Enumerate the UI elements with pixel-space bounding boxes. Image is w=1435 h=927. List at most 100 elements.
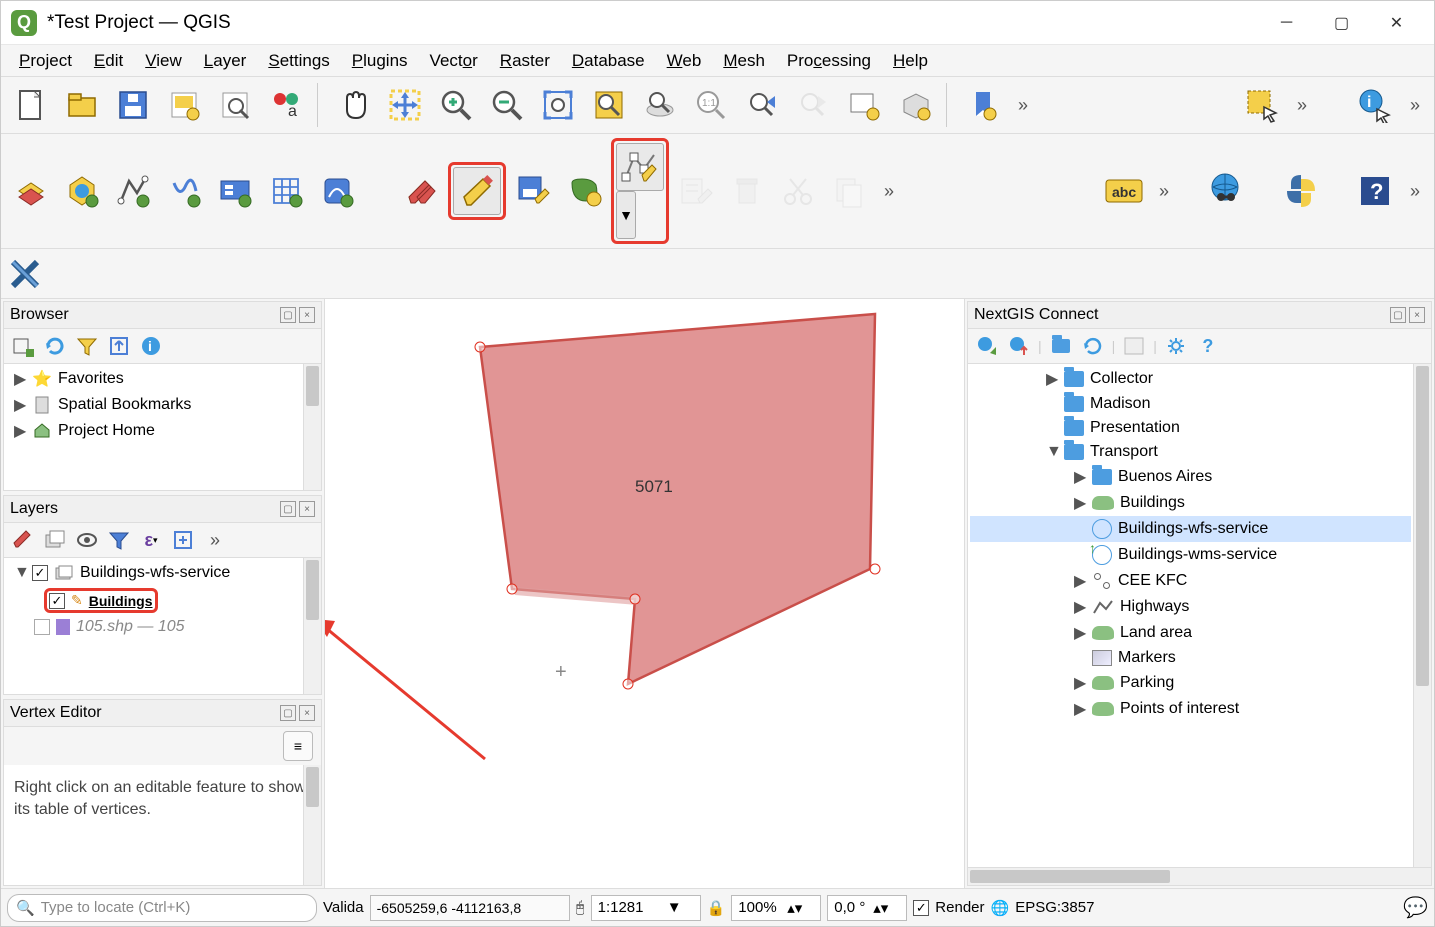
tree-item[interactable]: Buildings-wfs-service	[970, 516, 1411, 542]
menu-settings[interactable]: Settings	[258, 47, 339, 75]
layout-manager-button[interactable]	[211, 81, 259, 129]
tree-item[interactable]: Markers	[970, 646, 1411, 670]
layer-item[interactable]: 105.shp — 105	[6, 615, 319, 639]
new-shapefile-button[interactable]	[109, 167, 157, 215]
vertex-tool-dropdown[interactable]: ▼	[616, 191, 636, 239]
tree-item[interactable]: Presentation	[970, 416, 1411, 440]
toolbar-overflow-5[interactable]: »	[1151, 181, 1177, 202]
coordinates-input[interactable]	[370, 895, 570, 921]
new-mesh-button[interactable]	[262, 167, 310, 215]
pan-to-selection-button[interactable]	[381, 81, 429, 129]
panel-float-icon[interactable]: ▢	[280, 705, 296, 721]
panel-float-icon[interactable]: ▢	[280, 307, 296, 323]
new-map-view-button[interactable]	[840, 81, 888, 129]
zoom-last-button[interactable]	[738, 81, 786, 129]
tree-item[interactable]: ▶Buenos Aires	[970, 464, 1411, 490]
zoom-next-button[interactable]	[789, 81, 837, 129]
properties-icon[interactable]: i	[138, 333, 164, 359]
ngw-add-icon[interactable]	[974, 333, 1000, 359]
visibility-icon[interactable]	[74, 527, 100, 553]
vertex-marker[interactable]	[507, 584, 518, 595]
menu-help[interactable]: Help	[883, 47, 938, 75]
tree-item[interactable]: ▶Parking	[970, 670, 1411, 696]
scale-selector[interactable]: 1:1281▼	[591, 895, 701, 921]
render-checkbox[interactable]: ✓	[913, 900, 929, 916]
add-feature-button[interactable]	[560, 167, 608, 215]
zoom-native-button[interactable]: 1:1	[687, 81, 735, 129]
menu-processing[interactable]: Processing	[777, 47, 881, 75]
new-print-layout-button[interactable]	[160, 81, 208, 129]
caret-icon[interactable]: ▶	[1074, 597, 1086, 617]
zoom-to-layer-button[interactable]	[636, 81, 684, 129]
mouse-icon[interactable]: 🖰	[576, 899, 585, 916]
caret-icon[interactable]: ▶	[1046, 369, 1058, 389]
active-layer-label[interactable]: Buildings	[89, 593, 153, 609]
new-spatial-bookmark-button[interactable]	[959, 81, 1007, 129]
panel-close-icon[interactable]: ×	[299, 307, 315, 323]
ngw-settings-icon[interactable]	[1163, 333, 1189, 359]
caret-icon[interactable]: ▶	[1074, 493, 1086, 513]
toggle-editing-button[interactable]	[453, 167, 501, 215]
collapse-all-icon[interactable]	[106, 333, 132, 359]
tree-item[interactable]: ▶Buildings	[970, 490, 1411, 516]
checkbox-icon[interactable]	[34, 619, 50, 635]
layer-styling-icon[interactable]	[10, 527, 36, 553]
menu-project[interactable]: Project	[9, 47, 82, 75]
ngw-refresh-icon[interactable]	[1080, 333, 1106, 359]
caret-icon[interactable]: ▶	[1074, 571, 1086, 591]
pan-button[interactable]	[330, 81, 378, 129]
caret-icon[interactable]: ▶	[1074, 467, 1086, 487]
checkbox-icon[interactable]: ✓	[49, 593, 65, 609]
new-gps-button[interactable]	[313, 167, 361, 215]
browser-tree[interactable]: ▶⭐Favorites ▶Spatial Bookmarks ▶Project …	[4, 364, 321, 490]
panel-close-icon[interactable]: ×	[299, 501, 315, 517]
plugin-x-icon[interactable]	[7, 256, 43, 292]
menu-vector[interactable]: Vector	[420, 47, 488, 75]
new-spatialite-button[interactable]	[160, 167, 208, 215]
ngw-new-folder-icon[interactable]	[1048, 333, 1074, 359]
menu-raster[interactable]: Raster	[490, 47, 560, 75]
label-tool-button[interactable]: abc	[1100, 167, 1148, 215]
filter-legend-icon[interactable]	[106, 527, 132, 553]
hamburger-icon[interactable]: ≡	[283, 731, 313, 761]
expression-icon[interactable]: ε▾	[138, 527, 164, 553]
messages-icon[interactable]: 💬	[1403, 895, 1428, 920]
menu-database[interactable]: Database	[562, 47, 655, 75]
crs-icon[interactable]: 🌐	[991, 899, 1010, 917]
style-manager-button[interactable]: a	[262, 81, 310, 129]
toolbar-overflow[interactable]: »	[1010, 95, 1036, 116]
add-group-icon[interactable]	[42, 527, 68, 553]
menu-view[interactable]: View	[135, 47, 192, 75]
tree-item[interactable]: Madison	[970, 392, 1411, 416]
lock-icon[interactable]: 🔒	[707, 899, 726, 917]
panel-float-icon[interactable]: ▢	[280, 501, 296, 517]
select-features-button[interactable]	[1238, 81, 1286, 129]
close-button[interactable]: ✕	[1369, 5, 1424, 41]
layers-tree[interactable]: ▼ ✓ Buildings-wfs-service ✓ ✎ Buildings …	[4, 558, 321, 694]
ngw-help-icon[interactable]: ?	[1195, 333, 1221, 359]
zoom-to-selection-button[interactable]	[585, 81, 633, 129]
ngw-upload-icon[interactable]	[1006, 333, 1032, 359]
identify-features-button[interactable]: i	[1351, 81, 1399, 129]
tree-item[interactable]: Buildings-wms-service	[970, 542, 1411, 568]
layer-group[interactable]: ▼ ✓ Buildings-wfs-service	[6, 560, 319, 586]
new-geopackage-button[interactable]	[58, 167, 106, 215]
refresh-icon[interactable]	[42, 333, 68, 359]
zoom-in-button[interactable]	[432, 81, 480, 129]
menu-web[interactable]: Web	[657, 47, 712, 75]
new-project-button[interactable]	[7, 81, 55, 129]
expand-all-icon[interactable]	[170, 527, 196, 553]
tree-item[interactable]: ▶Highways	[970, 594, 1411, 620]
menu-layer[interactable]: Layer	[194, 47, 257, 75]
menu-mesh[interactable]: Mesh	[713, 47, 775, 75]
vertex-marker[interactable]	[630, 594, 641, 605]
panel-float-icon[interactable]: ▢	[1390, 307, 1406, 323]
rotation-input[interactable]: 0,0 °▴▾	[827, 895, 907, 921]
minimize-button[interactable]: ─	[1259, 5, 1314, 41]
tree-item[interactable]: ▶Points of interest	[970, 696, 1411, 722]
vertex-tool-button[interactable]	[616, 143, 664, 191]
vertex-marker[interactable]	[870, 564, 881, 575]
toolbar-overflow-6[interactable]: »	[1402, 181, 1428, 202]
caret-icon[interactable]: ▶	[1074, 623, 1086, 643]
open-project-button[interactable]	[58, 81, 106, 129]
